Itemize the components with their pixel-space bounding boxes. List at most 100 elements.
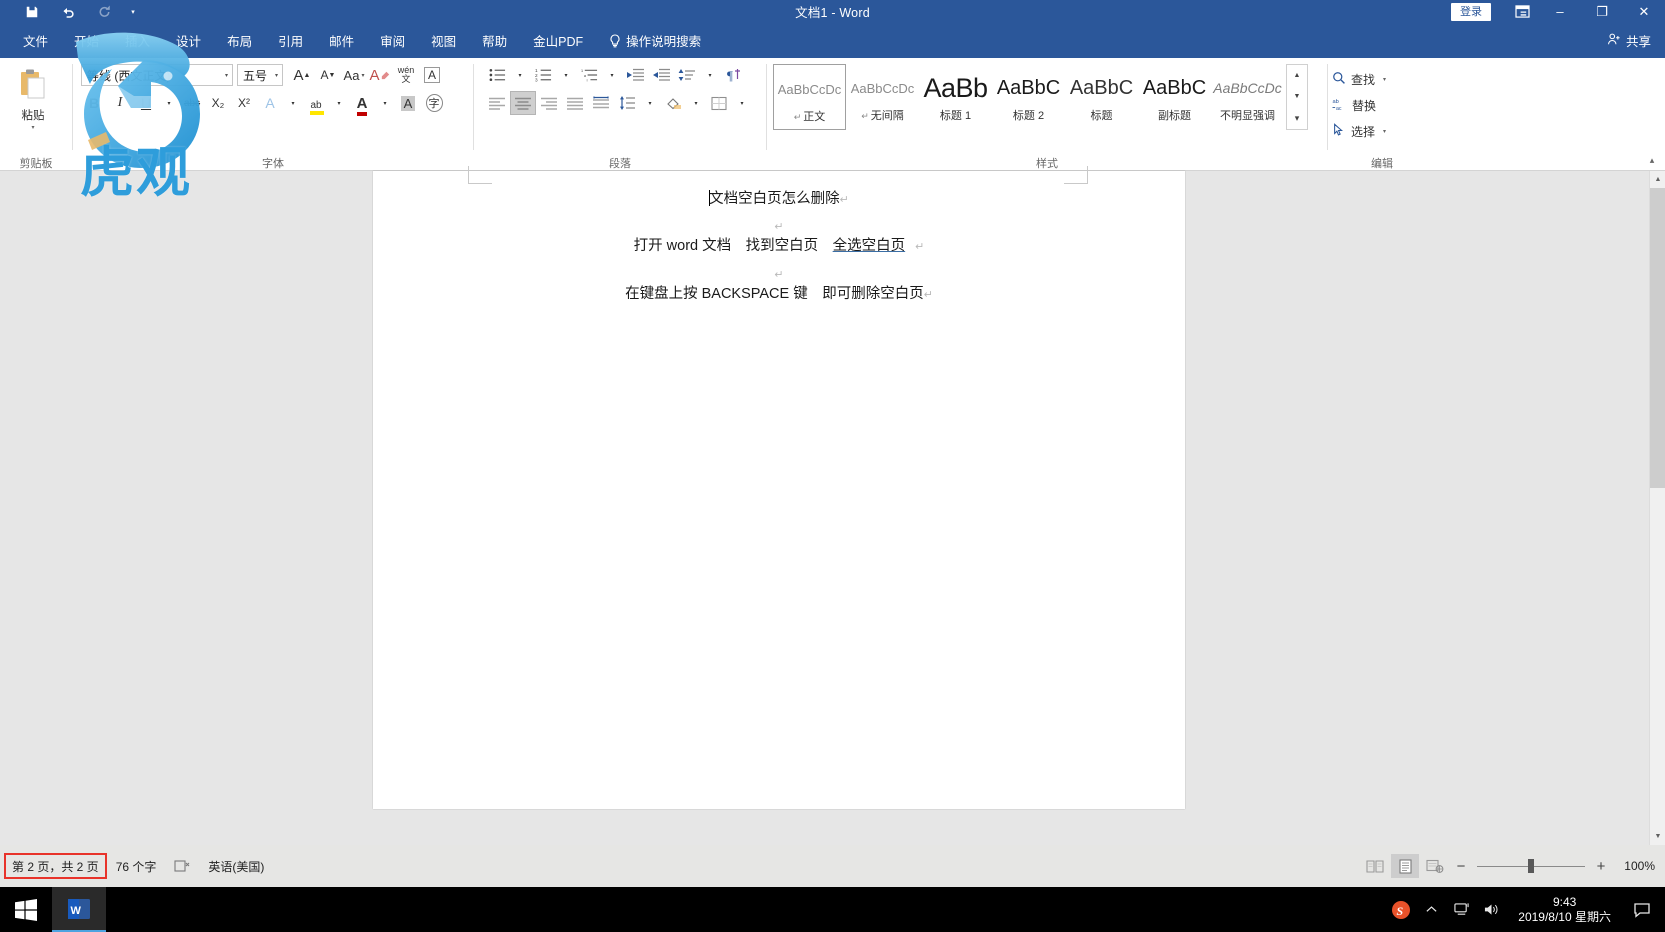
sign-in-button[interactable]: 登录 xyxy=(1451,2,1491,21)
find-button[interactable]: 查找 ▾ xyxy=(1328,66,1386,92)
multilevel-caret-icon[interactable]: ▾ xyxy=(602,63,622,87)
numbering-caret-icon[interactable]: ▾ xyxy=(556,63,576,87)
language-indicator[interactable]: 英语(美国) xyxy=(199,853,273,879)
styles-more-icon[interactable]: ▾ xyxy=(1287,108,1307,129)
style-item-no-spacing[interactable]: AaBbCcDc ↵ 无间隔 xyxy=(846,64,919,130)
borders-caret-icon[interactable]: ▾ xyxy=(732,91,752,115)
save-icon[interactable] xyxy=(14,1,50,23)
word-taskbar-icon[interactable]: W xyxy=(52,887,106,932)
distribute-button[interactable] xyxy=(588,91,614,115)
select-button[interactable]: 选择 ▾ xyxy=(1328,118,1386,144)
tab-view[interactable]: 视图 xyxy=(418,23,469,58)
scroll-down-icon[interactable]: ▼ xyxy=(1650,828,1665,845)
justify-button[interactable] xyxy=(562,91,588,115)
bold-button[interactable]: B xyxy=(81,91,107,115)
document-line[interactable]: 打开 word 文档 找到空白页 全选空白页 ↵ xyxy=(373,238,1185,255)
underline-caret-icon[interactable]: ▾ xyxy=(159,91,179,115)
borders-button[interactable] xyxy=(706,91,732,115)
show-paragraph-marks-button[interactable]: ¶ xyxy=(720,63,746,87)
numbering-button[interactable]: 123 xyxy=(530,63,556,87)
style-item-title[interactable]: AaBbC 标题 xyxy=(1065,64,1138,130)
align-left-button[interactable] xyxy=(484,91,510,115)
taskbar-clock[interactable]: 9:43 2019/8/10 星期六 xyxy=(1506,895,1623,925)
style-item-heading-1[interactable]: AaBb 标题 1 xyxy=(919,64,992,130)
shrink-font-button[interactable]: A ▼ xyxy=(315,63,341,87)
document-line[interactable]: 在键盘上按 BACKSPACE 键 即可删除空白页↵ xyxy=(373,286,1185,303)
font-color-button[interactable]: A xyxy=(349,91,375,116)
decrease-indent-button[interactable] xyxy=(622,63,648,87)
subscript-button[interactable]: X₂ xyxy=(205,91,231,115)
font-color-caret-icon[interactable]: ▾ xyxy=(375,91,395,115)
read-mode-icon[interactable] xyxy=(1361,854,1389,878)
notification-icon[interactable] xyxy=(1623,887,1661,932)
document-page[interactable]: 文档空白页怎么删除↵ ↵ 打开 word 文档 找到空白页 全选空白页 ↵ ↵ 在… xyxy=(373,166,1185,809)
find-caret-icon[interactable]: ▾ xyxy=(1383,76,1386,83)
ribbon-display-options-icon[interactable] xyxy=(1505,0,1539,23)
clear-formatting-button[interactable]: A xyxy=(367,63,393,87)
document-canvas[interactable]: 文档空白页怎么删除↵ ↵ 打开 word 文档 找到空白页 全选空白页 ↵ ↵ 在… xyxy=(0,166,1665,845)
character-border-button[interactable]: A xyxy=(419,63,445,87)
share-button[interactable]: 共享 xyxy=(1607,31,1651,50)
enclose-character-button[interactable]: 字 xyxy=(421,91,447,115)
zoom-in-button[interactable]: + xyxy=(1591,858,1611,875)
change-case-button[interactable]: Aa ▾ xyxy=(341,63,367,87)
grow-font-button[interactable]: A ▲ xyxy=(289,63,315,87)
styles-gallery-scroll[interactable]: ▲ ▼ ▾ xyxy=(1286,64,1308,130)
document-line[interactable]: 文档空白页怎么删除↵ xyxy=(373,190,1185,208)
customize-qat-caret-icon[interactable]: ▾ xyxy=(122,1,144,23)
select-caret-icon[interactable]: ▾ xyxy=(1383,128,1386,135)
text-effects-caret-icon[interactable]: ▾ xyxy=(283,91,303,115)
tab-layout[interactable]: 布局 xyxy=(214,23,265,58)
word-count[interactable]: 76 个字 xyxy=(107,853,166,879)
redo-icon[interactable] xyxy=(86,1,122,23)
undo-icon[interactable] xyxy=(50,1,86,23)
scrollbar-thumb[interactable] xyxy=(1650,188,1665,488)
shading-caret-icon[interactable]: ▾ xyxy=(686,91,706,115)
vertical-scrollbar[interactable]: ▲ ▼ xyxy=(1649,171,1665,845)
zoom-slider[interactable] xyxy=(1477,859,1585,873)
underline-button[interactable]: U xyxy=(133,91,159,115)
tab-home[interactable]: 开始 xyxy=(61,23,112,58)
style-item-subtle-emphasis[interactable]: AaBbCcDc 不明显强调 xyxy=(1211,64,1284,130)
shading-button[interactable] xyxy=(660,91,686,115)
web-layout-icon[interactable] xyxy=(1421,854,1449,878)
highlight-caret-icon[interactable]: ▾ xyxy=(329,91,349,115)
replace-button[interactable]: ab ac 替换 xyxy=(1328,92,1386,118)
volume-icon[interactable] xyxy=(1476,887,1506,932)
tell-me-search[interactable]: 操作说明搜索 xyxy=(596,23,714,58)
sort-button[interactable] xyxy=(674,63,700,87)
align-center-button[interactable] xyxy=(510,91,536,115)
scroll-up-icon[interactable]: ▲ xyxy=(1650,171,1665,188)
minimize-button[interactable]: – xyxy=(1539,0,1581,23)
close-button[interactable]: ✕ xyxy=(1623,0,1665,23)
network-icon[interactable] xyxy=(1446,887,1476,932)
tab-kingsoft-pdf[interactable]: 金山PDF xyxy=(520,23,596,58)
multilevel-list-button[interactable]: 1ai xyxy=(576,63,602,87)
zoom-out-button[interactable]: − xyxy=(1451,858,1471,875)
line-spacing-caret-icon[interactable]: ▾ xyxy=(640,91,660,115)
zoom-slider-thumb[interactable] xyxy=(1528,859,1534,873)
proofing-errors-icon[interactable] xyxy=(165,853,199,879)
document-text-body[interactable]: 文档空白页怎么删除↵ ↵ 打开 word 文档 找到空白页 全选空白页 ↵ ↵ 在… xyxy=(373,190,1185,303)
tab-help[interactable]: 帮助 xyxy=(469,23,520,58)
text-highlight-button[interactable]: ab xyxy=(303,91,329,115)
italic-button[interactable]: I xyxy=(107,91,133,115)
change-case-caret-icon[interactable]: ▾ xyxy=(361,72,364,79)
style-item-subtitle[interactable]: AaBbC 副标题 xyxy=(1138,64,1211,130)
style-item-normal[interactable]: AaBbCcDc ↵ 正文 xyxy=(773,64,846,130)
font-name-combo[interactable]: 等线 (西文正文) ▾ xyxy=(81,64,233,86)
bullets-button[interactable] xyxy=(484,63,510,87)
sort-caret-icon[interactable]: ▾ xyxy=(700,63,720,87)
line-spacing-button[interactable] xyxy=(614,91,640,115)
paste-button[interactable]: 粘贴 ▾ xyxy=(0,62,66,131)
increase-indent-button[interactable] xyxy=(648,63,674,87)
show-hidden-icons-chevron-icon[interactable] xyxy=(1416,887,1446,932)
font-name-caret-icon[interactable]: ▾ xyxy=(225,72,230,79)
restore-button[interactable]: ❐ xyxy=(1581,0,1623,23)
paste-caret-icon[interactable]: ▾ xyxy=(31,124,34,131)
bullets-caret-icon[interactable]: ▾ xyxy=(510,63,530,87)
tab-review[interactable]: 审阅 xyxy=(367,23,418,58)
print-layout-icon[interactable] xyxy=(1391,854,1419,878)
font-size-combo[interactable]: 五号 ▾ xyxy=(237,64,283,86)
text-effects-button[interactable]: A xyxy=(257,91,283,115)
